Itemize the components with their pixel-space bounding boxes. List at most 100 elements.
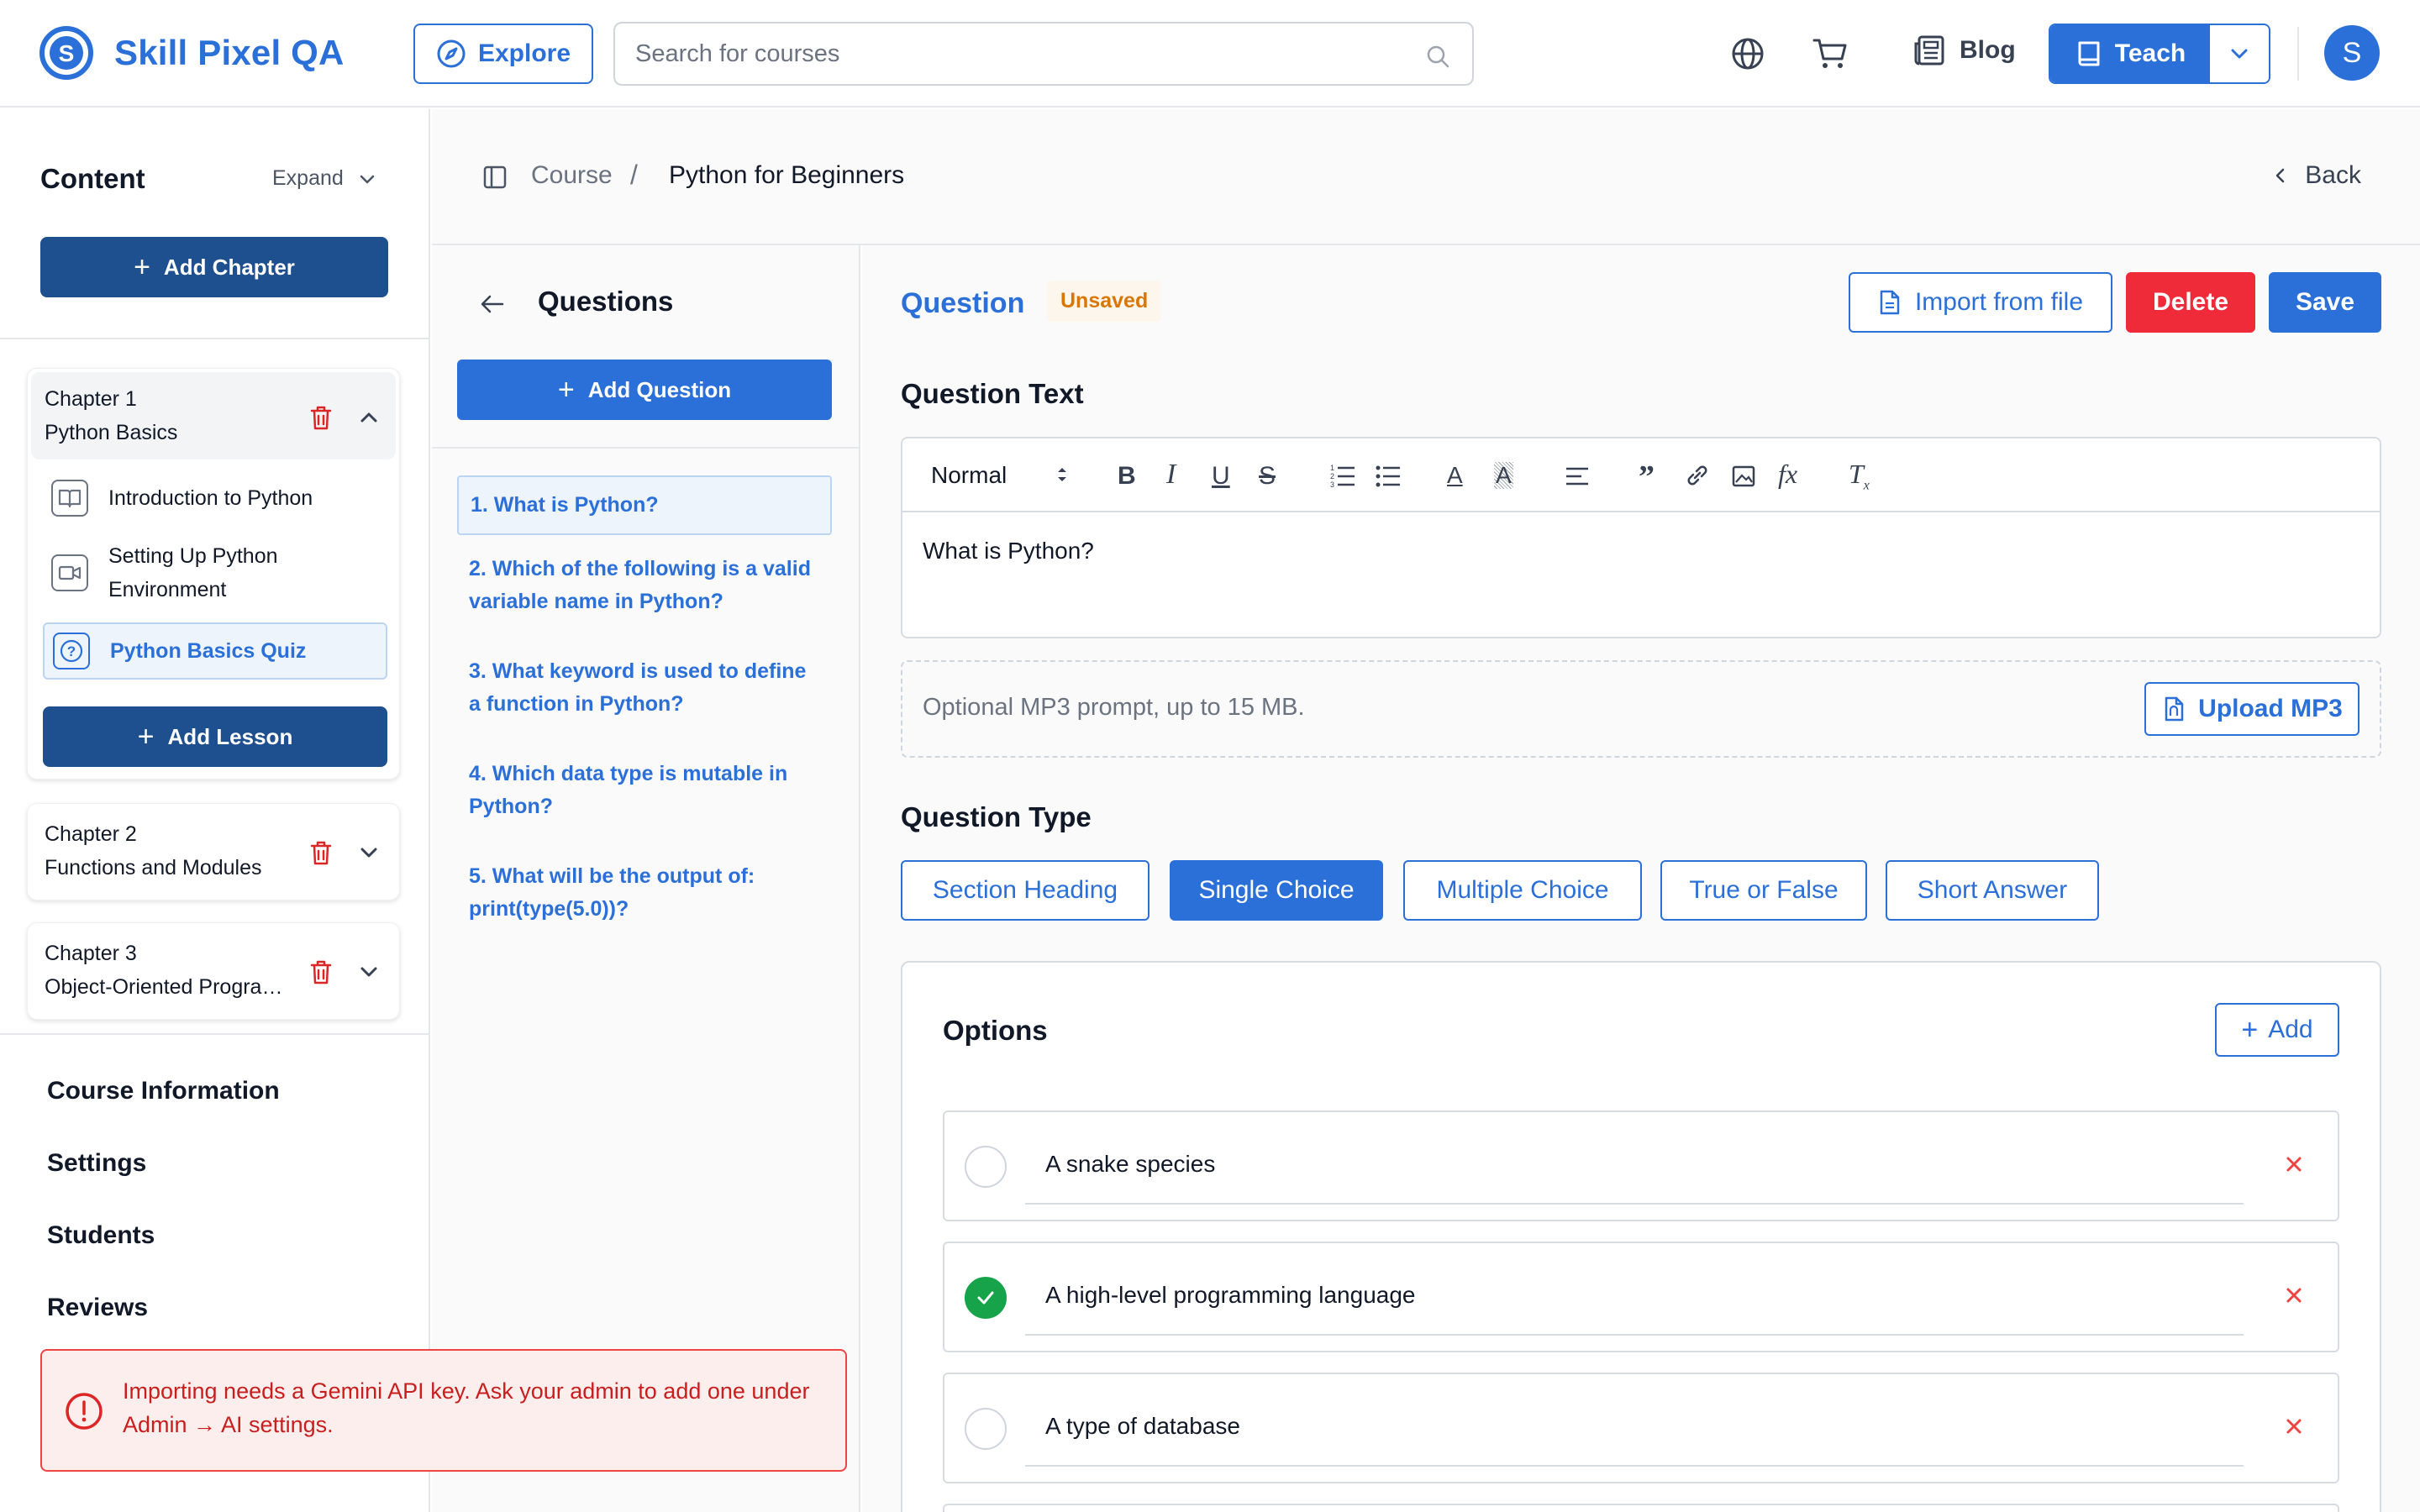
chapter-name: Python Basics [45, 421, 178, 444]
back-link[interactable]: Back [2271, 161, 2361, 190]
check-icon [977, 1291, 994, 1305]
blog-link[interactable]: Blog [1912, 34, 2016, 67]
type-short-answer[interactable]: Short Answer [1886, 860, 2099, 921]
search-input[interactable] [635, 35, 1392, 72]
teach-button[interactable]: Teach [2050, 25, 2210, 82]
search-icon[interactable] [1425, 44, 1450, 69]
delete-button[interactable]: Delete [2126, 272, 2255, 333]
options-card: Options + Add A snake species A high-lev… [901, 961, 2381, 1512]
question-item-active[interactable]: 1. What is Python? [457, 475, 832, 535]
chapter-name: Object-Oriented Programming [45, 975, 297, 999]
app-name: Skill Pixel QA [114, 33, 345, 72]
svg-text:3: 3 [1330, 480, 1334, 489]
book-icon [2078, 41, 2100, 66]
chevron-down-icon[interactable] [357, 960, 381, 984]
option-radio[interactable] [965, 1146, 1007, 1188]
formula-icon[interactable]: fx [1778, 459, 1797, 490]
underline-icon[interactable]: U [1212, 462, 1230, 491]
back-label: Back [2305, 161, 2361, 189]
select-caret-icon[interactable] [1054, 460, 1071, 489]
lesson-item[interactable]: Introduction to Python [43, 473, 387, 523]
blog-label: Blog [1960, 36, 2016, 64]
highlight-color-icon[interactable]: A [1494, 462, 1513, 489]
breadcrumb: Course / Python for Beginners Back [432, 109, 2420, 245]
import-from-file-button[interactable]: Import from file [1849, 272, 2112, 333]
quiz-icon: ? [53, 633, 90, 669]
option-input-underline [1025, 1203, 2244, 1205]
nav-course-information[interactable]: Course Information [47, 1077, 280, 1105]
bullet-list-icon[interactable] [1375, 462, 1402, 489]
option-row [943, 1504, 2339, 1512]
add-lesson-button[interactable]: + Add Lesson [43, 706, 387, 767]
nav-settings[interactable]: Settings [47, 1149, 146, 1178]
italic-icon[interactable]: I [1166, 459, 1176, 491]
type-true-or-false[interactable]: True or False [1660, 860, 1867, 921]
question-item[interactable]: 5. What will be the output of: print(typ… [457, 848, 832, 937]
svg-text:?: ? [67, 643, 76, 659]
sidebar-toggle-icon[interactable] [482, 165, 508, 190]
bold-icon[interactable]: B [1118, 462, 1136, 491]
option-text[interactable]: A high-level programming language [1045, 1282, 1416, 1309]
mp3-dropzone[interactable]: Optional MP3 prompt, up to 15 MB. Upload… [901, 660, 2381, 758]
cart-icon[interactable] [1812, 37, 1849, 71]
trash-icon[interactable] [308, 839, 334, 866]
link-icon[interactable] [1684, 462, 1711, 489]
question-item[interactable]: 2. Which of the following is a valid var… [457, 541, 832, 630]
error-toast: Importing needs a Gemini API key. Ask yo… [40, 1349, 847, 1472]
logo[interactable]: S Skill Pixel QA [39, 25, 345, 81]
chevron-up-icon[interactable] [357, 406, 381, 429]
teach-menu-toggle[interactable] [2210, 25, 2269, 82]
option-text[interactable]: A snake species [1045, 1151, 1215, 1178]
close-icon[interactable] [2282, 1152, 2306, 1176]
add-question-button[interactable]: + Add Question [457, 360, 832, 420]
explore-button[interactable]: Explore [413, 24, 593, 84]
option-text[interactable]: A type of database [1045, 1413, 1240, 1440]
option-radio-checked[interactable] [965, 1277, 1007, 1319]
breadcrumb-course[interactable]: Course [531, 161, 613, 190]
align-icon[interactable] [1565, 464, 1590, 489]
lesson-item-active[interactable]: ? Python Basics Quiz [43, 622, 387, 680]
chapter-header[interactable]: Chapter 1 Python Basics [31, 372, 396, 459]
alert-circle-icon [66, 1393, 103, 1430]
chapter-header[interactable]: Chapter 3 Object-Oriented Programming [31, 927, 396, 1014]
question-item[interactable]: 3. What keyword is used to define a func… [457, 643, 832, 732]
chapter-card-1: Chapter 1 Python Basics Introduction to … [27, 368, 400, 780]
arrow-left-icon[interactable] [477, 289, 508, 319]
strikethrough-icon[interactable]: S [1259, 462, 1276, 491]
svg-text:2: 2 [1330, 472, 1334, 480]
type-multiple-choice[interactable]: Multiple Choice [1403, 860, 1642, 921]
clear-format-icon[interactable]: Tx [1849, 459, 1870, 493]
chevron-down-icon[interactable] [357, 841, 381, 864]
type-single-choice[interactable]: Single Choice [1170, 860, 1383, 921]
option-radio[interactable] [965, 1408, 1007, 1450]
text-color-icon[interactable]: A [1447, 462, 1463, 489]
nav-students[interactable]: Students [47, 1221, 155, 1250]
upload-mp3-button[interactable]: Upload MP3 [2144, 682, 2360, 736]
question-text-content[interactable]: What is Python? [923, 538, 1094, 564]
close-icon[interactable] [2282, 1415, 2306, 1438]
ordered-list-icon[interactable]: 1 2 3 [1329, 462, 1356, 489]
trash-icon[interactable] [308, 958, 334, 985]
options-title: Options [943, 1015, 1048, 1046]
lesson-label: Setting Up Python Environment [108, 544, 278, 601]
lesson-item[interactable]: Setting Up Python Environment [43, 535, 387, 611]
breadcrumb-separator: / [630, 160, 638, 190]
nav-reviews[interactable]: Reviews [47, 1294, 148, 1322]
save-button[interactable]: Save [2269, 272, 2381, 333]
blockquote-icon[interactable]: ” [1639, 459, 1655, 496]
chapter-header[interactable]: Chapter 2 Functions and Modules [31, 807, 396, 895]
audio-file-icon [2165, 696, 2184, 722]
close-icon[interactable] [2282, 1284, 2306, 1307]
globe-icon[interactable] [1731, 37, 1765, 71]
format-select[interactable]: Normal [931, 462, 1007, 489]
question-item[interactable]: 4. Which data type is mutable in Python? [457, 746, 832, 835]
trash-icon[interactable] [308, 404, 334, 431]
image-icon[interactable] [1731, 464, 1756, 489]
avatar[interactable]: S [2324, 25, 2380, 81]
add-chapter-button[interactable]: + Add Chapter [40, 237, 388, 297]
status-badge: Unsaved [1047, 281, 1162, 322]
expand-button[interactable]: Expand [272, 166, 377, 191]
type-section-heading[interactable]: Section Heading [901, 860, 1150, 921]
add-option-button[interactable]: + Add [2215, 1003, 2339, 1057]
divider [0, 338, 429, 339]
